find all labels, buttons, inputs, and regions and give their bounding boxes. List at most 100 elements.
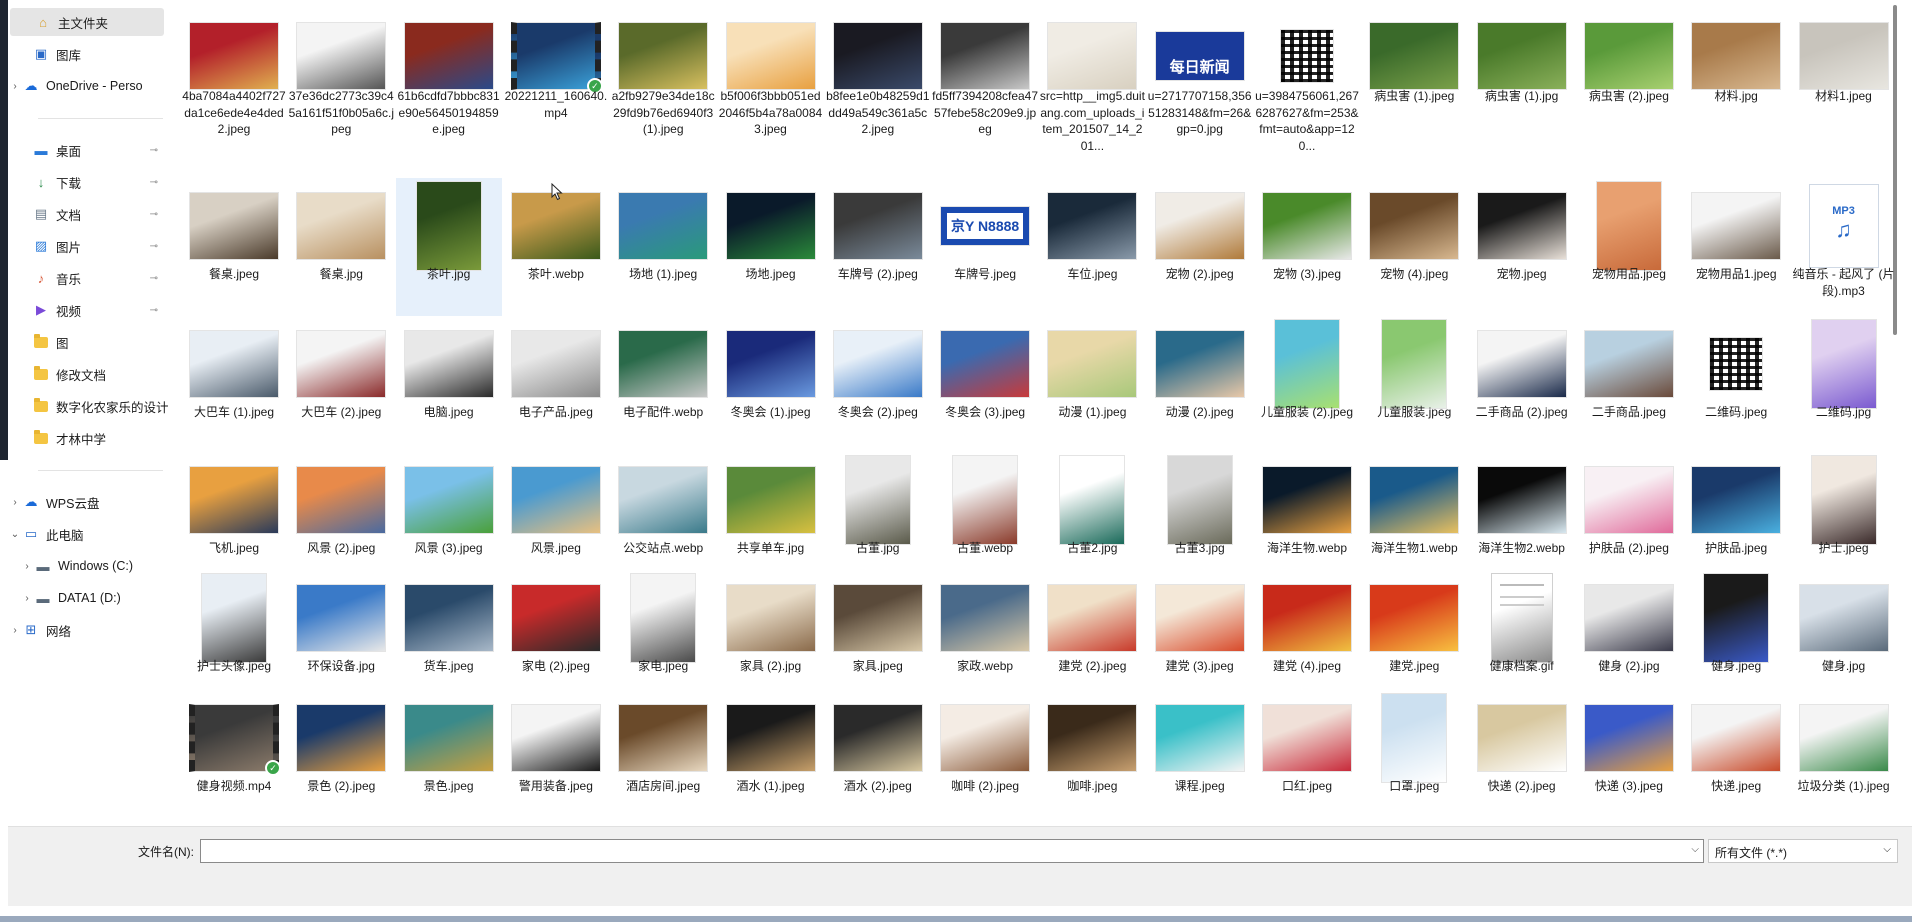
sidebar-item-8[interactable]: ▶ 视频 ⊸ <box>8 296 168 324</box>
file-item[interactable]: 材料1.jpeg <box>1791 8 1897 178</box>
file-item[interactable]: 车牌号 (2).jpeg <box>825 178 931 316</box>
file-item[interactable]: 京Y N8888 车牌号.jpeg <box>932 178 1038 316</box>
file-item[interactable]: 家政.webp <box>932 570 1038 706</box>
file-item[interactable]: 动漫 (2).jpeg <box>1147 316 1253 452</box>
file-item[interactable]: 二手商品.jpeg <box>1576 316 1682 452</box>
file-item[interactable]: 健身.jpeg <box>1683 570 1789 706</box>
file-item[interactable]: 海洋生物.webp <box>1254 452 1360 588</box>
filename-input[interactable]: ⌵ <box>200 839 1704 863</box>
file-item[interactable]: u=3984756061,2676287627&fm=253&fmt=auto&… <box>1254 8 1360 178</box>
file-item[interactable]: fd5ff7394208cfea4757febe58c209e9.jpeg <box>932 8 1038 178</box>
file-item[interactable]: 景色 (2).jpeg <box>288 690 394 826</box>
file-item[interactable]: 宠物用品.jpeg <box>1576 178 1682 316</box>
file-item[interactable]: 宠物 (3).jpeg <box>1254 178 1360 316</box>
file-item[interactable]: 飞机.jpeg <box>181 452 287 588</box>
file-item[interactable]: 建党 (4).jpeg <box>1254 570 1360 706</box>
file-item[interactable]: 病虫害 (1).jpg <box>1469 8 1575 178</box>
file-item[interactable]: 餐桌.jpeg <box>181 178 287 316</box>
file-item[interactable]: MP3 ♫ 纯音乐 - 起风了 (片段).mp3 <box>1791 178 1897 316</box>
file-item[interactable]: 快递 (3).jpeg <box>1576 690 1682 826</box>
file-item[interactable]: 护肤品.jpeg <box>1683 452 1789 588</box>
navigation-pane[interactable]: ⌂ 主文件夹 ▣ 图库 › ☁ OneDrive - Perso ▬ 桌面 ⊸ ↓ 下载 ⊸ ▤ 文档 ⊸ ▨ 图… <box>8 0 168 822</box>
file-item[interactable]: ✓ 20221211_160640.mp4 <box>503 8 609 178</box>
file-type-select[interactable]: 所有文件 (*.*) ⌵ <box>1708 839 1898 863</box>
file-item[interactable]: 场地.jpeg <box>718 178 824 316</box>
expand-chevron-icon[interactable]: ⌄ <box>8 529 22 540</box>
file-item[interactable]: 家具.jpeg <box>825 570 931 706</box>
file-item[interactable]: 宠物.jpeg <box>1469 178 1575 316</box>
file-grid[interactable]: 4ba7084a4402f727da1ce6ede4e4ded2.jpeg 37e… <box>180 0 1900 822</box>
file-item[interactable]: 咖啡.jpeg <box>1039 690 1145 826</box>
expand-chevron-icon[interactable]: › <box>8 625 22 636</box>
file-item[interactable]: 材料.jpg <box>1683 8 1789 178</box>
file-item[interactable]: 海洋生物1.webp <box>1361 452 1467 588</box>
file-item[interactable]: 61b6cdfd7bbbc831e90e56450194859e.jpeg <box>396 8 502 178</box>
sidebar-item-4[interactable]: ↓ 下载 ⊸ <box>8 168 168 196</box>
file-item[interactable]: 建党 (2).jpeg <box>1039 570 1145 706</box>
file-item[interactable]: 建党.jpeg <box>1361 570 1467 706</box>
file-item[interactable]: ✓ 健身视频.mp4 <box>181 690 287 826</box>
file-item[interactable]: 海洋生物2.webp <box>1469 452 1575 588</box>
file-item[interactable]: 风景 (3).jpeg <box>396 452 502 588</box>
expand-chevron-icon[interactable]: › <box>8 497 22 508</box>
sidebar-item-17[interactable]: › ⊞ 网络 <box>8 616 168 644</box>
file-item[interactable]: 快递.jpeg <box>1683 690 1789 826</box>
file-item[interactable]: 动漫 (1).jpeg <box>1039 316 1145 452</box>
file-item[interactable]: 风景.jpeg <box>503 452 609 588</box>
file-item[interactable]: 大巴车 (1).jpeg <box>181 316 287 452</box>
file-item[interactable]: 酒水 (2).jpeg <box>825 690 931 826</box>
file-item[interactable]: 健康档案.gif <box>1469 570 1575 706</box>
file-item[interactable]: 酒店房间.jpeg <box>610 690 716 826</box>
file-item[interactable]: 大巴车 (2).jpeg <box>288 316 394 452</box>
file-item[interactable]: 二维码.jpg <box>1791 316 1897 452</box>
file-item[interactable]: 古董3.jpg <box>1147 452 1253 588</box>
file-item[interactable]: b8fee1e0b48259d1dd49a549c361a5c2.jpeg <box>825 8 931 178</box>
file-item[interactable]: 二维码.jpeg <box>1683 316 1789 452</box>
file-item[interactable]: b5f006f3bbb051ed2046f5b4a78a00843.jpeg <box>718 8 824 178</box>
expand-chevron-icon[interactable]: › <box>20 593 34 604</box>
file-item[interactable]: 冬奥会 (1).jpeg <box>718 316 824 452</box>
sidebar-item-1[interactable]: ▣ 图库 <box>8 40 168 68</box>
file-item[interactable]: 4ba7084a4402f727da1ce6ede4e4ded2.jpeg <box>181 8 287 178</box>
file-item[interactable]: 家电 (2).jpeg <box>503 570 609 706</box>
sidebar-item-13[interactable]: › ☁ WPS云盘 <box>8 488 168 516</box>
file-item[interactable]: 车位.jpeg <box>1039 178 1145 316</box>
file-item[interactable]: 课程.jpeg <box>1147 690 1253 826</box>
sidebar-item-5[interactable]: ▤ 文档 ⊸ <box>8 200 168 228</box>
file-item[interactable]: 电子配件.webp <box>610 316 716 452</box>
file-item[interactable]: 电子产品.jpeg <box>503 316 609 452</box>
file-item[interactable]: 货车.jpeg <box>396 570 502 706</box>
file-item[interactable]: 场地 (1).jpeg <box>610 178 716 316</box>
file-item[interactable]: 宠物 (4).jpeg <box>1361 178 1467 316</box>
sidebar-item-0[interactable]: ⌂ 主文件夹 <box>10 8 164 36</box>
sidebar-item-6[interactable]: ▨ 图片 ⊸ <box>8 232 168 260</box>
file-item[interactable]: 建党 (3).jpeg <box>1147 570 1253 706</box>
file-item[interactable]: 二手商品 (2).jpeg <box>1469 316 1575 452</box>
file-item[interactable]: 口红.jpeg <box>1254 690 1360 826</box>
file-item[interactable]: 冬奥会 (3).jpeg <box>932 316 1038 452</box>
file-item[interactable]: 病虫害 (1).jpeg <box>1361 8 1467 178</box>
file-item[interactable]: 公交站点.webp <box>610 452 716 588</box>
file-item[interactable]: 垃圾分类 (1).jpeg <box>1791 690 1897 826</box>
sidebar-item-10[interactable]: 修改文档 <box>8 360 168 388</box>
file-item[interactable]: 电脑.jpeg <box>396 316 502 452</box>
file-item[interactable]: 古董.jpg <box>825 452 931 588</box>
file-item[interactable]: 护士.jpeg <box>1791 452 1897 588</box>
sidebar-item-12[interactable]: 才林中学 <box>8 424 168 452</box>
file-item[interactable]: 快递 (2).jpeg <box>1469 690 1575 826</box>
sidebar-item-2[interactable]: › ☁ OneDrive - Perso <box>8 72 168 100</box>
sidebar-item-11[interactable]: 数字化农家乐的设计 <box>8 392 168 420</box>
file-item[interactable]: 健身.jpg <box>1791 570 1897 706</box>
chevron-down-icon[interactable]: ⌵ <box>1691 844 1699 855</box>
file-item[interactable]: 环保设备.jpg <box>288 570 394 706</box>
sidebar-item-15[interactable]: › ▬ Windows (C:) <box>8 552 168 580</box>
file-item[interactable]: 古董2.jpg <box>1039 452 1145 588</box>
sidebar-item-14[interactable]: ⌄ ▭ 此电脑 <box>8 520 168 548</box>
file-item[interactable]: 冬奥会 (2).jpeg <box>825 316 931 452</box>
file-item[interactable]: 共享单车.jpg <box>718 452 824 588</box>
sidebar-item-9[interactable]: 图 <box>8 328 168 356</box>
file-item[interactable]: 宠物 (2).jpeg <box>1147 178 1253 316</box>
file-item[interactable]: 护士头像.jpeg <box>181 570 287 706</box>
file-item[interactable]: 风景 (2).jpeg <box>288 452 394 588</box>
file-item[interactable]: 警用装备.jpeg <box>503 690 609 826</box>
